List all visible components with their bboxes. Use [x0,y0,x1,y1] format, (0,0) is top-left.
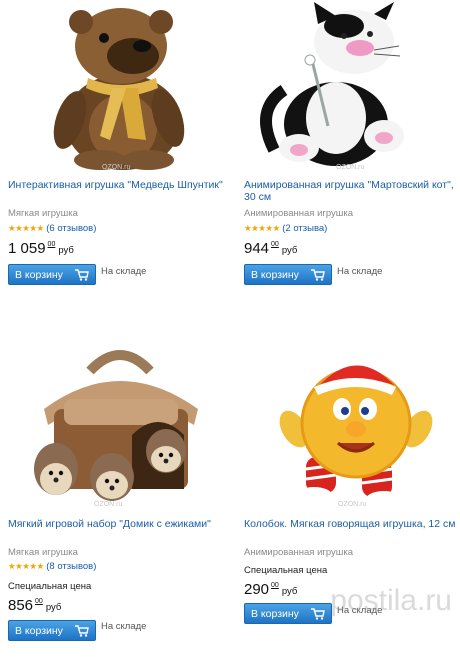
special-price-label: Специальная цена [8,581,92,592]
cart-icon [311,269,325,281]
product-title-link[interactable]: Мягкий игровой набор "Домик с ежиками" [8,518,226,530]
add-to-cart-button[interactable]: В корзину [244,603,332,624]
image-watermark: OZON.ru [94,501,123,508]
product-rating[interactable]: ★★★★★ (2 отзыва) [244,223,327,234]
price-cents: 00 [271,582,279,589]
star-icon: ★★★★★ [244,223,280,233]
product-card-cat: OZON.ru Анимированная игрушка "Мартовски… [244,0,460,318]
reviews-link[interactable]: (8 отзывов) [46,561,96,572]
price-main: 856 [8,597,34,614]
price-currency: руб [58,245,74,256]
price-main: 1 059 [8,240,46,257]
add-to-cart-label: В корзину [15,269,63,281]
product-price: 856 00руб [8,597,61,615]
product-type: Анимированная игрушка [244,208,354,219]
product-price: 944 00руб [244,240,297,258]
stock-status: На складе [101,621,147,632]
product-image-house[interactable]: OZON.ru [8,339,234,517]
image-watermark: OZON.ru [102,164,131,171]
special-price-label: Специальная цена [244,565,328,576]
price-cents: 00 [47,241,56,248]
star-icon: ★★★★ [8,561,37,571]
star-icon: ★ [36,561,44,571]
product-card-house: OZON.ru Мягкий игровой набор "Домик с еж… [8,339,234,657]
stock-status: На складе [101,266,147,277]
product-image-bear[interactable]: OZON.ru [8,0,234,178]
price-currency: руб [281,586,298,597]
product-image-cat[interactable]: OZON.ru [244,0,460,178]
cart-icon [75,269,89,281]
image-watermark: OZON.ru [336,164,365,171]
add-to-cart-button[interactable]: В корзину [8,620,96,641]
product-price: 290 00руб [244,581,297,599]
price-main: 944 [244,240,270,257]
product-card-bear: OZON.ru Интерактивная игрушка "Медведь Ш… [8,0,234,318]
price-currency: руб [45,602,62,613]
product-rating[interactable]: ★★★★★ (6 отзывов) [8,223,96,234]
product-rating[interactable]: ★★★★★ (8 отзывов) [8,561,96,572]
product-title-link[interactable]: Анимированная игрушка "Мартовский кот", … [244,179,460,203]
product-type: Мягкая игрушка [8,547,78,558]
price-main: 290 [244,581,270,598]
reviews-link[interactable]: (6 отзывов) [46,223,96,234]
site-watermark: postila.ru [330,584,452,617]
product-type: Мягкая игрушка [8,208,78,219]
add-to-cart-button[interactable]: В корзину [8,264,96,285]
stock-status: На складе [337,266,383,277]
add-to-cart-label: В корзину [251,269,299,281]
reviews-link[interactable]: (2 отзыва) [282,223,327,234]
add-to-cart-label: В корзину [15,625,63,637]
product-price: 1 059 00руб [8,240,74,258]
add-to-cart-label: В корзину [251,608,299,620]
price-cents: 00 [271,241,279,248]
product-title-link[interactable]: Колобок. Мягкая говорящая игрушка, 12 см [244,518,460,530]
product-image-kolobok[interactable]: OZON.ru [244,339,460,517]
cart-icon [311,608,325,620]
add-to-cart-button[interactable]: В корзину [244,264,332,285]
product-title-link[interactable]: Интерактивная игрушка "Медведь Шпунтик" [8,179,226,191]
product-type: Анимированная игрушка [244,547,354,558]
image-watermark: OZON.ru [338,501,367,508]
cart-icon [75,625,89,637]
price-currency: руб [281,245,298,256]
star-icon: ★★★★★ [8,223,44,233]
price-cents: 00 [35,598,43,605]
